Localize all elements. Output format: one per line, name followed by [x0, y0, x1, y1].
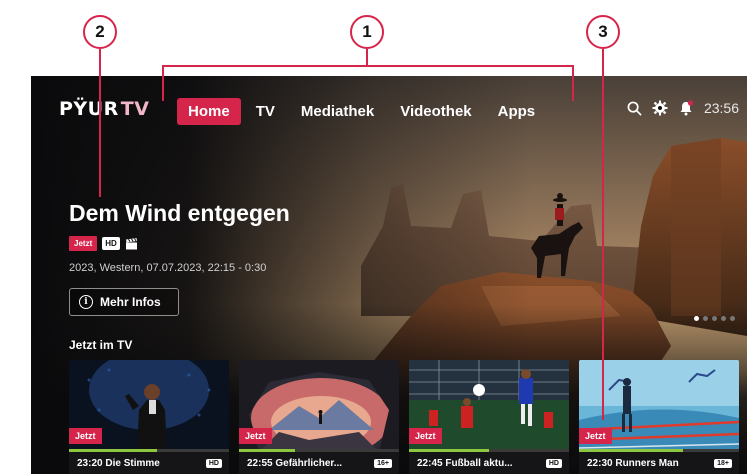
- callout-1-bracket-left: [162, 65, 164, 101]
- logo-tv: TV: [120, 98, 150, 120]
- tv-tile[interactable]: Jetzt 22:45 Fußball aktu... HD: [409, 360, 569, 474]
- nav-item-mediathek[interactable]: Mediathek: [290, 98, 385, 125]
- tile-now-badge: Jetzt: [69, 428, 102, 444]
- tile-title: 22:45 Fußball aktu...: [417, 457, 513, 469]
- hd-badge: HD: [102, 237, 120, 250]
- tile-caption: 22:30 Runners Man 18+: [579, 452, 739, 474]
- now-badge: Jetzt: [69, 236, 98, 251]
- slide-dot[interactable]: [730, 316, 735, 321]
- top-right-controls: 23:56: [627, 100, 739, 116]
- callout-3: 3: [586, 15, 620, 49]
- tile-now-badge: Jetzt: [239, 428, 272, 444]
- clock: 23:56: [703, 100, 739, 116]
- callout-1-bracket-right: [572, 65, 574, 101]
- tv-tile[interactable]: Jetzt 23:20 Die Stimme HD: [69, 360, 229, 474]
- more-info-button[interactable]: i Mehr Infos: [69, 288, 179, 316]
- slide-dot[interactable]: [712, 316, 717, 321]
- notification-bell-icon[interactable]: [678, 100, 694, 116]
- callout-3-label: 3: [598, 22, 608, 41]
- callout-1: 1: [350, 15, 384, 49]
- logo-pyur: PŸUR: [59, 98, 119, 120]
- callout-2-line: [99, 49, 101, 197]
- tile-title: 22:55 Gefährlicher...: [247, 457, 343, 469]
- info-icon: i: [79, 295, 93, 309]
- pyur-tv-logo[interactable]: PŸUR TV: [59, 98, 149, 120]
- slide-dot[interactable]: [721, 316, 726, 321]
- tile-now-badge: Jetzt: [409, 428, 442, 444]
- callout-1-bracket: [162, 65, 574, 67]
- nav-item-tv[interactable]: TV: [245, 98, 286, 125]
- tile-tag: HD: [205, 458, 222, 468]
- top-bar: PŸUR TV Home TV Mediathek Videothek Apps: [31, 76, 747, 142]
- nav-item-videothek[interactable]: Videothek: [389, 98, 482, 125]
- slide-dot[interactable]: [694, 316, 699, 321]
- tv-screen: PŸUR TV Home TV Mediathek Videothek Apps: [31, 76, 747, 474]
- section-title: Jetzt im TV: [69, 338, 133, 352]
- hero-meta: 2023, Western, 07.07.2023, 22:15 - 0:30: [69, 262, 267, 274]
- more-info-label: Mehr Infos: [100, 295, 161, 309]
- tile-tag: 16+: [374, 458, 392, 468]
- tile-caption: 23:20 Die Stimme HD: [69, 452, 229, 474]
- tile-caption: 22:45 Fußball aktu... HD: [409, 452, 569, 474]
- nav-item-apps[interactable]: Apps: [487, 98, 547, 125]
- main-navigation: Home TV Mediathek Videothek Apps: [177, 98, 546, 125]
- tile-title: 23:20 Die Stimme: [77, 457, 160, 469]
- callout-2-label: 2: [95, 22, 105, 41]
- search-icon[interactable]: [627, 101, 642, 116]
- nav-item-home[interactable]: Home: [177, 98, 241, 125]
- gear-icon[interactable]: [652, 100, 668, 116]
- now-on-tv-row: Jetzt 23:20 Die Stimme HD Jetzt 22:55 Ge…: [69, 360, 739, 474]
- tile-caption: 22:55 Gefährlicher... 16+: [239, 452, 399, 474]
- callout-3-line: [602, 49, 604, 420]
- hero-badges: Jetzt HD: [69, 236, 138, 251]
- clapperboard-icon: [125, 237, 137, 249]
- tile-tag: 18+: [714, 458, 732, 468]
- callout-1-label: 1: [362, 22, 372, 41]
- slide-indicator: [694, 316, 735, 321]
- hero-title: Dem Wind entgegen: [69, 200, 290, 226]
- tile-now-badge: Jetzt: [579, 428, 612, 444]
- tile-title: 22:30 Runners Man: [587, 457, 679, 469]
- tile-tag: HD: [545, 458, 562, 468]
- callout-2: 2: [83, 15, 117, 49]
- slide-dot[interactable]: [703, 316, 708, 321]
- tv-tile[interactable]: Jetzt 22:55 Gefährlicher... 16+: [239, 360, 399, 474]
- callout-1-stem: [366, 49, 368, 66]
